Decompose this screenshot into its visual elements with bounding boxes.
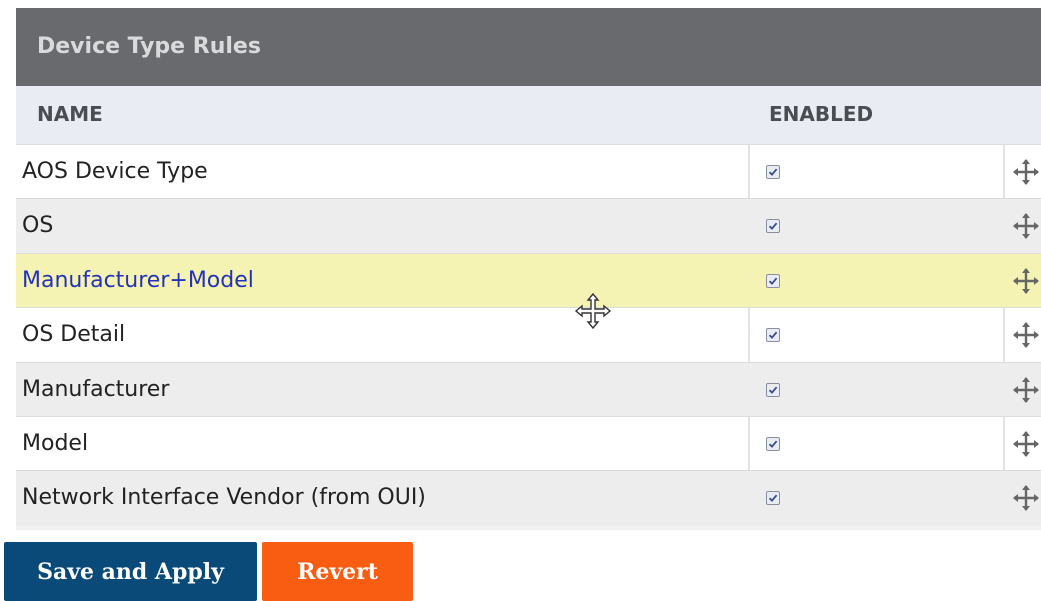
enabled-checkbox[interactable] (766, 219, 780, 234)
enabled-checkbox[interactable] (766, 436, 780, 451)
checkmark-icon (768, 277, 778, 285)
checkmark-icon (768, 494, 778, 503)
enabled-checkbox[interactable] (766, 491, 780, 506)
checkmark-icon (768, 223, 778, 231)
table-row[interactable]: Model (16, 415, 1041, 471)
enabled-checkbox[interactable] (766, 328, 780, 343)
drag-handle-icon[interactable] (1011, 321, 1041, 349)
rule-name: Manufacturer+Model (22, 267, 254, 293)
move-cursor-icon (574, 292, 612, 330)
table-header: NAME ENABLED (16, 86, 1041, 144)
column-divider (1003, 308, 1005, 362)
checkmark-icon (768, 331, 778, 340)
table-row[interactable]: AOS Device Type (16, 144, 1041, 199)
table-row[interactable]: Network Interface Vendor (from OUI) (16, 470, 1041, 525)
table-row[interactable]: OS (16, 198, 1041, 253)
table-row[interactable]: OS Detail (16, 307, 1041, 362)
drag-handle-icon[interactable] (1011, 212, 1041, 240)
rule-name: OS Detail (22, 322, 126, 348)
rule-name: Network Interface Vendor (from OUI) (22, 485, 426, 511)
checkmark-icon (768, 386, 778, 394)
table-row[interactable]: Manufacturer (16, 361, 1041, 416)
drag-handle-icon[interactable] (1011, 376, 1041, 404)
revert-button[interactable]: Revert (262, 542, 413, 601)
column-divider (748, 308, 750, 362)
drag-handle-icon[interactable] (1011, 267, 1041, 295)
checkmark-icon (768, 168, 778, 176)
column-divider (748, 416, 750, 471)
rule-name: AOS Device Type (22, 159, 208, 184)
table-row-highlighted[interactable]: Manufacturer+Model (16, 252, 1041, 308)
rules-table-body: AOS Device Type OS Manufacturer+Model OS… (16, 144, 1041, 525)
enabled-checkbox[interactable] (766, 382, 780, 397)
column-header-enabled[interactable]: ENABLED (769, 86, 873, 142)
save-and-apply-button[interactable]: Save and Apply (4, 542, 257, 601)
rule-name: Model (22, 430, 89, 456)
panel-title: Device Type Rules (16, 8, 1041, 86)
device-type-rules-panel: Device Type Rules NAME ENABLED AOS Devic… (16, 8, 1041, 530)
checkmark-icon (768, 440, 778, 448)
column-divider (748, 145, 750, 199)
column-header-name[interactable]: NAME (37, 86, 103, 142)
enabled-checkbox[interactable] (766, 165, 780, 179)
column-divider (1003, 145, 1005, 199)
enabled-checkbox[interactable] (766, 273, 780, 288)
drag-handle-icon[interactable] (1011, 484, 1041, 512)
drag-handle-icon[interactable] (1011, 430, 1041, 458)
drag-handle-icon[interactable] (1011, 158, 1041, 186)
rule-name: OS (22, 213, 54, 239)
column-divider (1003, 416, 1005, 471)
rule-name: Manufacturer (22, 376, 170, 402)
